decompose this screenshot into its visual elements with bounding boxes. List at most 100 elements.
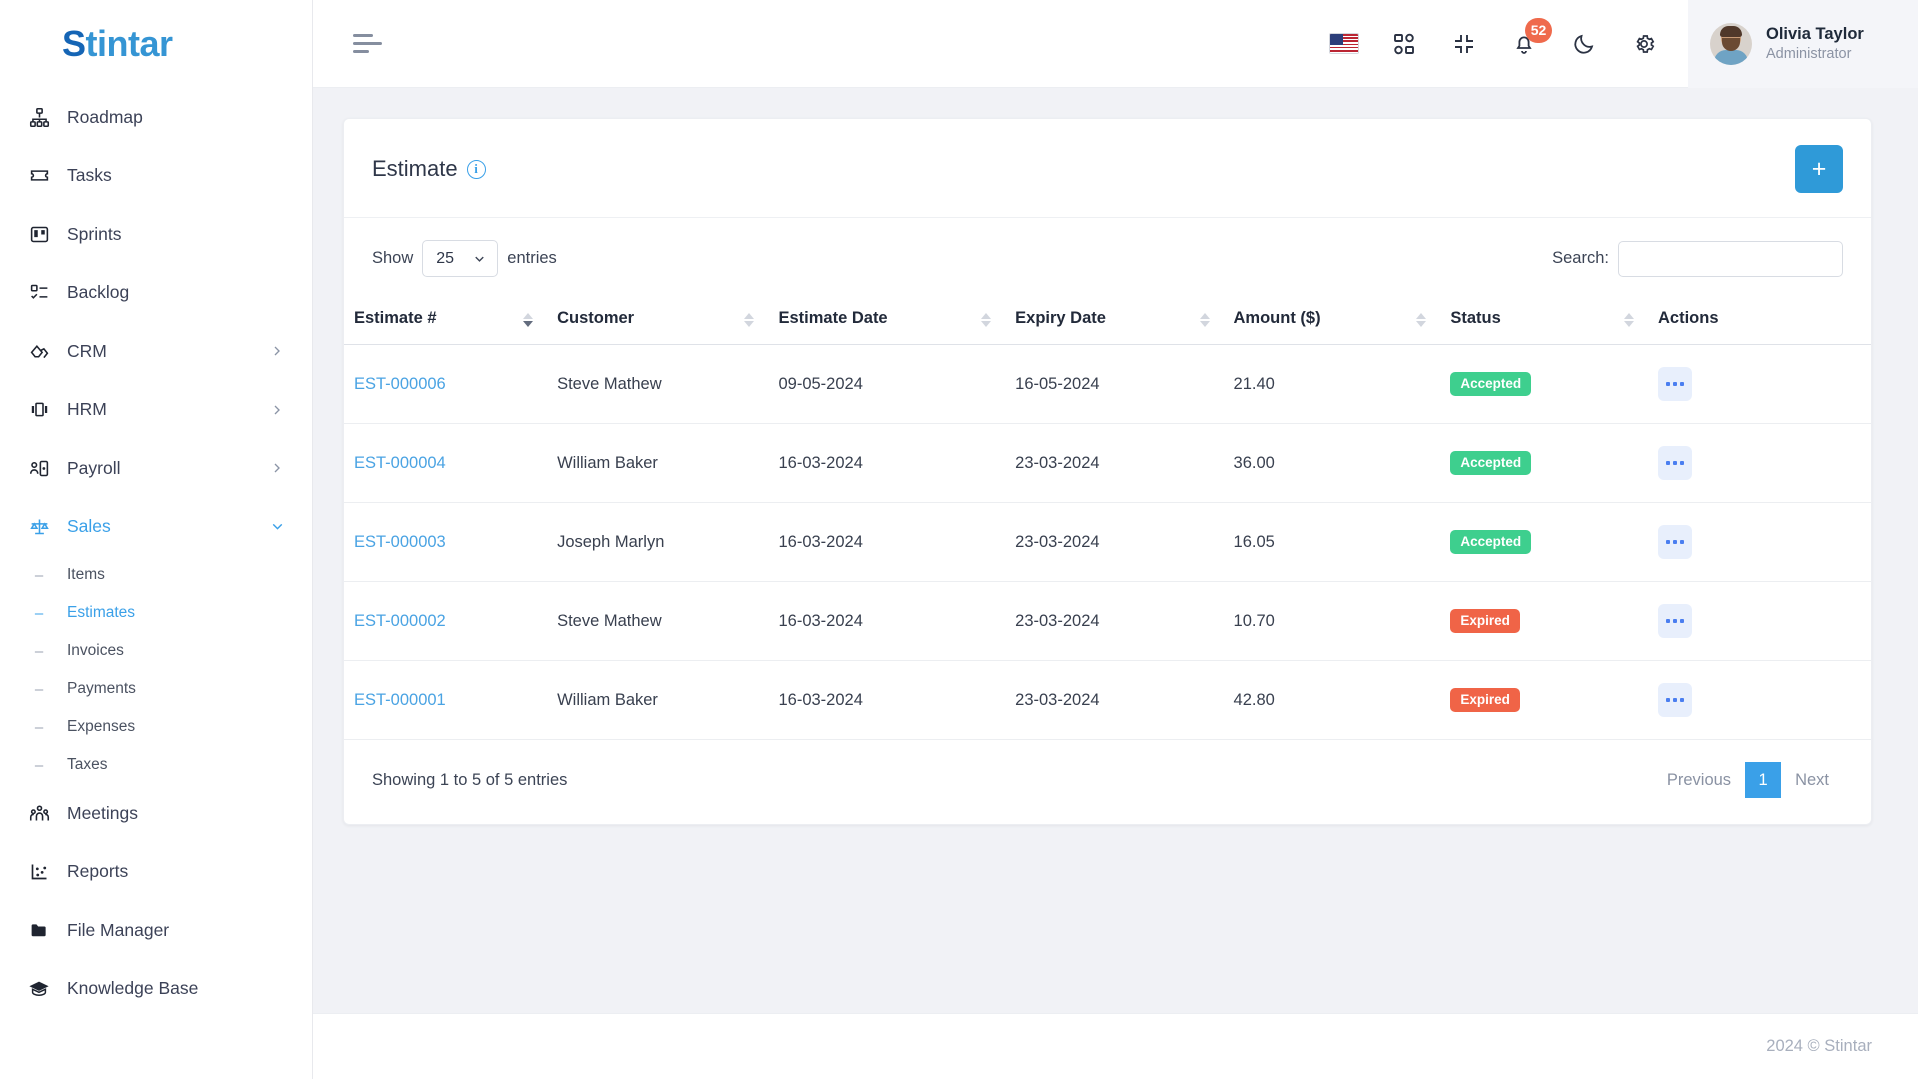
sidebar-subitem-estimates[interactable]: – Estimates [0,594,312,632]
sidebar-item-reports[interactable]: Reports [0,843,312,902]
dash-icon: – [34,756,44,774]
estimate-link[interactable]: EST-000002 [354,612,446,630]
users-icon [26,800,52,826]
sidebar-item-backlog[interactable]: Backlog [0,264,312,323]
sidebar-item-meetings[interactable]: Meetings [0,784,312,843]
column-label: Customer [557,309,635,327]
user-profile[interactable]: Olivia Taylor Administrator [1688,0,1918,88]
sidebar-item-roadmap[interactable]: Roadmap [0,88,312,147]
copyright-text: 2024 © Stintar [1766,1037,1872,1055]
sidebar-item-file-manager[interactable]: File Manager [0,901,312,960]
table-toolbar: Show 10 25 50 100 ent [344,218,1871,295]
table-footer: Showing 1 to 5 of 5 entries Previous 1 N… [344,740,1871,824]
notifications-button[interactable]: 52 [1494,14,1554,74]
sidebar-item-tasks[interactable]: Tasks [0,147,312,206]
cell-customer: Steve Mathew [547,344,769,424]
show-label: Show [372,249,414,267]
row-actions-button[interactable] [1658,604,1693,638]
chevron-down-icon [266,516,288,538]
brand-name: tintar [85,23,174,64]
sidebar-subitem-invoices[interactable]: – Invoices [0,632,312,670]
language-selector[interactable] [1314,14,1374,74]
row-actions-button[interactable] [1658,683,1693,717]
row-actions-button[interactable] [1658,525,1693,559]
compress-icon [1452,32,1476,56]
table-body: EST-000006 Steve Mathew 09-05-2024 16-05… [344,344,1871,740]
sidebar-subitem-items[interactable]: – Items [0,556,312,594]
apps-button[interactable] [1374,14,1434,74]
pagination-previous[interactable]: Previous [1653,762,1745,798]
estimate-link[interactable]: EST-000003 [354,533,446,551]
estimates-table: Estimate # Customer Estimate Date Expiry… [344,295,1871,740]
sidebar-subitem-label: Estimates [67,604,136,621]
cell-estimate-number: EST-000003 [344,502,548,582]
column-header-estimate-number[interactable]: Estimate # [344,295,548,345]
column-header-estimate-date[interactable]: Estimate Date [768,295,1006,345]
sort-icon [1416,312,1427,327]
sidebar-subitem-label: Taxes [67,756,108,773]
estimate-link[interactable]: EST-000004 [354,454,446,472]
page-length-select-wrap: 10 25 50 100 [422,240,499,277]
sidebar-subitem-expenses[interactable]: – Expenses [0,708,312,746]
sidebar-nav: Roadmap Tasks Sprints Backlog CRM HRM Pa… [0,88,312,1018]
info-icon[interactable]: i [466,159,486,179]
page-length-select[interactable]: 10 25 50 100 [422,240,499,277]
estimate-link[interactable]: EST-000006 [354,375,446,393]
estimate-link[interactable]: EST-000001 [354,691,446,709]
cell-status: Expired [1440,660,1649,740]
cell-customer: William Baker [547,660,769,740]
column-header-customer[interactable]: Customer [547,295,769,345]
settings-button[interactable] [1614,14,1674,74]
cell-status: Accepted [1440,344,1649,424]
cell-actions [1648,344,1871,424]
sidebar-item-sprints[interactable]: Sprints [0,205,312,264]
pagination-next[interactable]: Next [1781,762,1843,798]
sidebar-item-knowledge-base[interactable]: Knowledge Base [0,960,312,1019]
table-row: EST-000004 William Baker 16-03-2024 23-0… [344,423,1871,503]
sidebar-item-label: Sales [67,516,111,537]
table-head: Estimate # Customer Estimate Date Expiry… [344,295,1871,345]
sidebar-subitem-payments[interactable]: – Payments [0,670,312,708]
sidebar: Stintar Roadmap Tasks Sprints Backlog CR… [0,0,313,1079]
chevron-right-icon [266,457,288,479]
table-row: EST-000002 Steve Mathew 16-03-2024 23-03… [344,581,1871,661]
pagination-page-1[interactable]: 1 [1745,762,1782,798]
sort-icon [1624,312,1635,327]
cell-amount: 16.05 [1223,502,1441,582]
hamburger-icon[interactable] [353,27,387,61]
dash-icon: – [34,680,44,698]
chevron-right-icon [266,399,288,421]
add-estimate-button[interactable]: + [1795,145,1843,193]
sort-icon [744,312,755,327]
sidebar-item-payroll[interactable]: Payroll [0,439,312,498]
sidebar-item-sales[interactable]: Sales [0,498,312,557]
brand-logo[interactable]: Stintar [0,0,312,88]
theme-toggle-button[interactable] [1554,14,1614,74]
cell-expiry-date: 23-03-2024 [1005,423,1224,503]
chart-scatter-icon [26,859,52,885]
sidebar-item-crm[interactable]: CRM [0,322,312,381]
topbar: 52 Olivia Taylor Administrator [313,0,1918,88]
brand-text: Stintar [62,26,173,62]
column-header-status[interactable]: Status [1440,295,1649,345]
sidebar-item-hrm[interactable]: HRM [0,381,312,440]
entries-info: Showing 1 to 5 of 5 entries [372,770,568,789]
row-actions-button[interactable] [1658,367,1693,401]
pagination: Previous 1 Next [1653,762,1843,798]
cell-amount: 36.00 [1223,423,1441,503]
fullscreen-button[interactable] [1434,14,1494,74]
topbar-actions: 52 Olivia Taylor Administrator [1314,0,1918,88]
column-header-amount[interactable]: Amount ($) [1223,295,1441,345]
table-row: EST-000006 Steve Mathew 09-05-2024 16-05… [344,344,1871,424]
dash-icon: – [34,718,44,736]
card-header: Estimate i + [344,119,1871,218]
sidebar-item-label: Knowledge Base [67,978,199,999]
sidebar-subitem-label: Payments [67,680,136,697]
column-header-expiry-date[interactable]: Expiry Date [1005,295,1224,345]
row-actions-button[interactable] [1658,446,1693,480]
cell-estimate-date: 16-03-2024 [768,423,1006,503]
sidebar-subitem-taxes[interactable]: – Taxes [0,746,312,784]
search-input[interactable] [1618,240,1843,277]
cell-amount: 42.80 [1223,660,1441,740]
checklist-icon [26,280,52,306]
